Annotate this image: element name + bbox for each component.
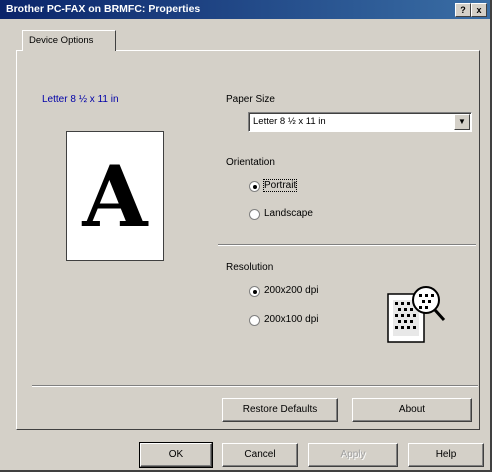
paper-size-label: Paper Size <box>226 94 275 105</box>
tab-device-options[interactable]: Device Options <box>22 30 116 51</box>
window-title: Brother PC-FAX on BRMFC: Properties <box>6 3 201 15</box>
landscape-radio[interactable] <box>249 209 260 220</box>
close-icon[interactable]: x <box>471 3 487 17</box>
preview-letter: A <box>82 147 148 246</box>
resolution-200x200-radio[interactable] <box>249 286 260 297</box>
cancel-button[interactable]: Cancel <box>222 443 298 467</box>
tab-label: Device Options <box>29 35 94 46</box>
ok-button[interactable]: OK <box>139 442 213 468</box>
preview-paper-label: Letter 8 ½ x 11 in <box>42 94 119 105</box>
resolution-200x100-radio[interactable] <box>249 315 260 326</box>
properties-dialog: Brother PC-FAX on BRMFC: Properties ? x … <box>0 0 492 472</box>
page-preview: A <box>66 131 164 261</box>
separator <box>218 244 476 246</box>
portrait-radio[interactable] <box>249 181 260 192</box>
apply-button[interactable]: Apply <box>308 443 398 467</box>
resolution-200x200-label[interactable]: 200x200 dpi <box>264 285 319 296</box>
orientation-label: Orientation <box>226 157 275 168</box>
landscape-label[interactable]: Landscape <box>264 208 313 219</box>
restore-defaults-button[interactable]: Restore Defaults <box>222 398 338 422</box>
chevron-down-icon[interactable]: ▼ <box>454 114 470 130</box>
portrait-label[interactable]: Portrait <box>262 179 298 192</box>
resolution-200x100-label[interactable]: 200x100 dpi <box>264 314 319 325</box>
about-button[interactable]: About <box>352 398 472 422</box>
title-bar[interactable]: Brother PC-FAX on BRMFC: Properties ? x <box>0 0 490 19</box>
magnifier-icon <box>387 286 446 343</box>
separator <box>32 385 478 387</box>
paper-size-select[interactable]: Letter 8 ½ x 11 in ▼ <box>248 112 472 132</box>
help-icon[interactable]: ? <box>455 3 471 17</box>
help-button[interactable]: Help <box>408 443 484 467</box>
paper-size-value: Letter 8 ½ x 11 in <box>253 116 326 127</box>
resolution-label: Resolution <box>226 262 274 273</box>
